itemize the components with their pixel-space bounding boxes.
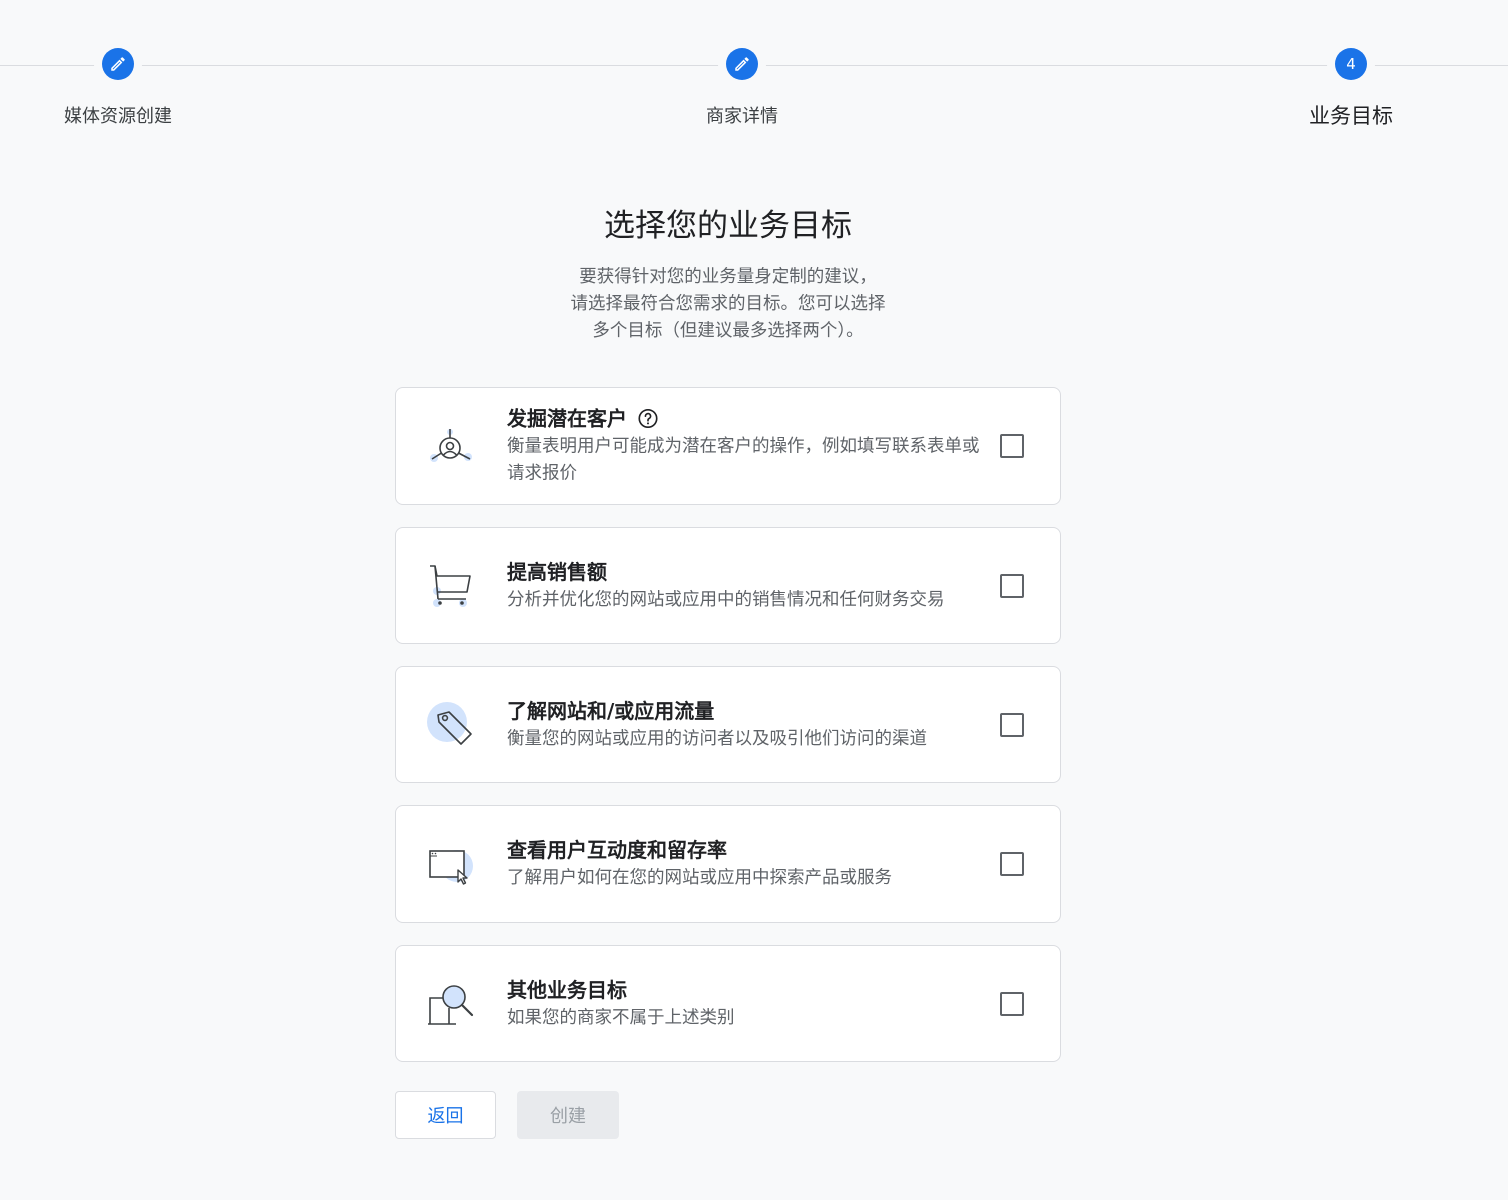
goal-description: 衡量您的网站或应用的访问者以及吸引他们访问的渠道 — [507, 728, 927, 749]
goal-text: 提高销售额 分析并优化您的网站或应用中的销售情况和任何财务交易 — [507, 558, 985, 614]
goal-text: 了解网站和/或应用流量 衡量您的网站或应用的访问者以及吸引他们访问的渠道 — [507, 697, 985, 753]
pencil-icon — [735, 57, 749, 71]
goal-title: 提高销售额 — [507, 559, 607, 584]
step-business-details[interactable]: 商家详情 — [622, 48, 862, 128]
goal-title-text: 发掘潜在客户 — [507, 406, 627, 431]
goal-list: 发掘潜在客户 衡量表明用户可能成为潜在客户的操作，例如填写联系表单或请求报价 提… — [395, 387, 1061, 1084]
goal-title: 发掘潜在客户 — [507, 405, 985, 433]
shopping-cart-icon — [430, 564, 471, 607]
goal-text: 查看用户互动度和留存率 了解用户如何在您的网站或应用中探索产品或服务 — [507, 836, 985, 892]
step-property-creation[interactable]: 媒体资源创建 — [0, 48, 238, 128]
help-icon[interactable] — [637, 408, 659, 430]
goal-checkbox-engagement[interactable] — [1000, 852, 1024, 876]
step-label: 商家详情 — [706, 106, 778, 127]
step-number-badge: 4 — [1335, 48, 1367, 80]
goal-text: 其他业务目标 如果您的商家不属于上述类别 — [507, 976, 985, 1032]
goal-card-traffic[interactable]: 了解网站和/或应用流量 衡量您的网站或应用的访问者以及吸引他们访问的渠道 — [395, 666, 1061, 783]
description-line: 请选择最符合您需求的目标。您可以选择 — [570, 294, 886, 314]
step-1-circle — [102, 48, 134, 80]
create-button[interactable]: 创建 — [517, 1091, 619, 1139]
goal-card-engagement[interactable]: 查看用户互动度和留存率 了解用户如何在您的网站或应用中探索产品或服务 — [395, 805, 1061, 923]
description-line: 要获得针对您的业务量身定制的建议， — [579, 267, 877, 287]
step-label: 业务目标 — [1309, 104, 1393, 128]
goal-description: 了解用户如何在您的网站或应用中探索产品或服务 — [507, 868, 892, 888]
step-label: 媒体资源创建 — [64, 106, 172, 127]
goal-checkbox-traffic[interactable] — [1000, 712, 1024, 737]
step-business-goals: 4 业务目标 — [1231, 48, 1471, 130]
goal-card-other[interactable]: 其他业务目标 如果您的商家不属于上述类别 — [395, 945, 1061, 1062]
goal-title: 查看用户互动度和留存率 — [507, 838, 727, 862]
page-description: 要获得针对您的业务量身定制的建议， 请选择最符合您需求的目标。您可以选择 多个目… — [528, 264, 928, 345]
goal-checkbox-leads[interactable] — [1000, 434, 1024, 458]
goal-card-leads[interactable]: 发掘潜在客户 衡量表明用户可能成为潜在客户的操作，例如填写联系表单或请求报价 — [395, 387, 1061, 505]
goal-description: 如果您的商家不属于上述类别 — [507, 1007, 735, 1028]
goal-checkbox-other[interactable] — [1000, 991, 1024, 1016]
tag-icon — [427, 701, 472, 745]
goal-description: 分析并优化您的网站或应用中的销售情况和任何财务交易 — [507, 589, 945, 610]
browser-cursor-icon — [429, 850, 473, 885]
magnifier-document-icon — [428, 984, 474, 1025]
goal-card-sales[interactable]: 提高销售额 分析并优化您的网站或应用中的销售情况和任何财务交易 — [395, 527, 1061, 644]
pencil-icon — [111, 57, 125, 71]
progress-stepper: 媒体资源创建 商家详情 4 业务目标 — [0, 0, 1508, 140]
goal-checkbox-sales[interactable] — [1000, 573, 1024, 598]
goal-text: 发掘潜在客户 衡量表明用户可能成为潜在客户的操作，例如填写联系表单或请求报价 — [507, 405, 985, 488]
step-2-circle — [726, 48, 758, 80]
goal-description: 衡量表明用户可能成为潜在客户的操作，例如填写联系表单或请求报价 — [507, 436, 980, 484]
goal-title: 其他业务目标 — [507, 977, 627, 1002]
lead-network-icon — [430, 429, 472, 462]
goal-title: 了解网站和/或应用流量 — [507, 698, 715, 723]
description-line: 多个目标（但建议最多选择两个）。 — [592, 321, 864, 341]
back-button[interactable]: 返回 — [395, 1091, 496, 1139]
page-title: 选择您的业务目标 — [604, 208, 852, 244]
